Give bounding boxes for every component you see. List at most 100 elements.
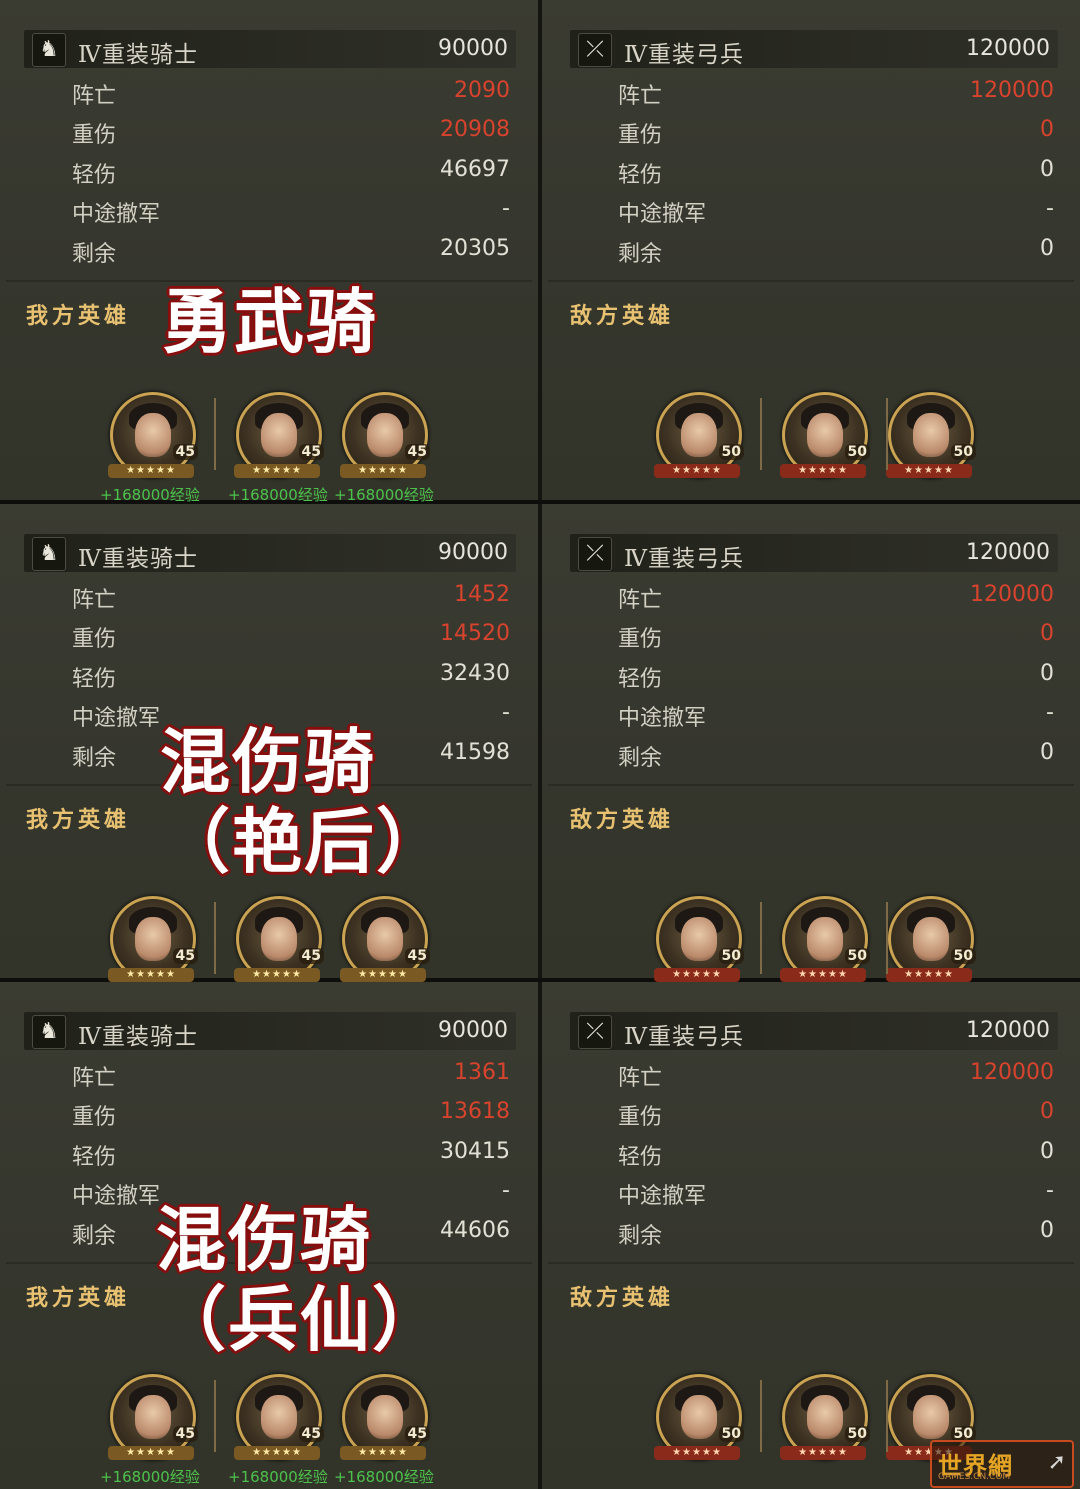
stat-label: 中途撤军	[72, 202, 161, 227]
panel-divider	[538, 982, 542, 1489]
enemy-hero-avatar[interactable]: 50 ★★★★★	[886, 896, 976, 982]
unit-header: ♞ Ⅳ重装骑士 90000	[24, 1012, 516, 1050]
stat-row: 剩余 0	[618, 740, 1054, 774]
stat-value: -	[502, 196, 510, 221]
stat-row: 轻伤 0	[618, 1139, 1054, 1173]
stat-value: 41598	[440, 740, 510, 765]
ally-hero-avatar[interactable]: 45 ★★★★★	[340, 1374, 430, 1460]
star-rating: ★★★★★	[340, 464, 426, 478]
enemy-panel: ⤫ Ⅳ重装弓兵 120000 阵亡 120000 重伤 0 轻伤 0 中途撤军 - 剩余 0 敌方英雄 50…	[542, 504, 1080, 982]
star-rating: ★★★★★	[108, 968, 194, 982]
ally-hero-avatar[interactable]: 45 ★★★★★	[234, 896, 324, 982]
caption-overlay: 勇武骑	[162, 282, 378, 362]
panel-divider	[538, 504, 542, 978]
stat-value: 44606	[440, 1218, 510, 1243]
hero-face	[135, 413, 171, 457]
stat-row: 轻伤 46697	[72, 157, 510, 191]
stat-label: 重伤	[618, 1105, 663, 1130]
caption-line: （兵仙）	[156, 1279, 444, 1361]
stat-value: 32430	[440, 661, 510, 686]
ally-hero-avatar[interactable]: 45 ★★★★★	[234, 392, 324, 478]
star-rating: ★★★★★	[780, 1446, 866, 1460]
hero-divider	[760, 398, 762, 470]
hero-face	[135, 1395, 171, 1439]
enemy-hero-avatar[interactable]: 50 ★★★★★	[654, 896, 744, 982]
divider	[548, 1262, 1074, 1264]
ally-hero-avatar[interactable]: 45 ★★★★★	[108, 896, 198, 982]
battle-section: ♞ Ⅳ重装骑士 90000 阵亡 1452 重伤 14520 轻伤 32430 中途撤军 - 剩余 41…	[0, 504, 1080, 982]
unit-name: Ⅳ重装骑士	[78, 42, 198, 68]
stat-row: 重伤 0	[618, 621, 1054, 655]
stat-value: -	[502, 700, 510, 725]
enemy-hero-avatar[interactable]: 50 ★★★★★	[780, 896, 870, 982]
hero-level: 45	[404, 1426, 430, 1442]
stat-row: 剩余 0	[618, 236, 1054, 270]
enemy-hero-avatar[interactable]: 50 ★★★★★	[780, 392, 870, 478]
hero-face	[367, 1395, 403, 1439]
caption-line: 混伤骑	[156, 1199, 372, 1281]
ally-hero-avatar[interactable]: 45 ★★★★★	[234, 1374, 324, 1460]
stat-row: 轻伤 30415	[72, 1139, 510, 1173]
hero-face	[261, 1395, 297, 1439]
unit-name: Ⅳ重装弓兵	[624, 42, 744, 68]
cursor-icon: ➚	[1047, 1450, 1066, 1475]
unit-total: 120000	[966, 36, 1050, 61]
stat-row: 阵亡 1452	[72, 582, 510, 616]
stat-label: 中途撤军	[72, 1184, 161, 1209]
stat-label: 轻伤	[72, 1145, 117, 1170]
star-rating: ★★★★★	[654, 464, 740, 478]
stat-label: 中途撤军	[618, 706, 707, 731]
caption-line: 混伤骑	[160, 721, 376, 803]
hero-level: 45	[172, 1426, 198, 1442]
exp-gain-label: +168000经验	[100, 486, 200, 504]
stat-label: 重伤	[618, 123, 663, 148]
exp-gain-label: +168000经验	[228, 1468, 328, 1486]
unit-total: 90000	[438, 540, 508, 565]
hero-level: 50	[844, 444, 870, 460]
star-rating: ★★★★★	[234, 968, 320, 982]
stat-row: 阵亡 120000	[618, 1060, 1054, 1094]
star-rating: ★★★★★	[234, 464, 320, 478]
unit-name: Ⅳ重装骑士	[78, 1024, 198, 1050]
ally-hero-avatar[interactable]: 45 ★★★★★	[340, 896, 430, 982]
stat-row: 重伤 13618	[72, 1099, 510, 1133]
hero-divider	[214, 1380, 216, 1452]
stat-value: 0	[1040, 1099, 1054, 1124]
enemy-hero-avatar[interactable]: 50 ★★★★★	[654, 392, 744, 478]
stat-label: 中途撤军	[72, 706, 161, 731]
star-rating: ★★★★★	[108, 1446, 194, 1460]
horse-head-icon: ♞	[32, 33, 66, 67]
enemy-hero-avatar[interactable]: 50 ★★★★★	[654, 1374, 744, 1460]
horse-head-icon: ♞	[32, 1015, 66, 1049]
stat-label: 重伤	[618, 627, 663, 652]
stat-value: -	[1046, 1178, 1054, 1203]
stat-value: 0	[1040, 621, 1054, 646]
ally-hero-avatar[interactable]: 45 ★★★★★	[340, 392, 430, 478]
ally-heroes-title: 我方英雄	[26, 304, 131, 329]
crossbow-icon: ⤫	[578, 33, 612, 67]
enemy-hero-avatar[interactable]: 50 ★★★★★	[780, 1374, 870, 1460]
hero-face	[681, 917, 717, 961]
ally-hero-avatar[interactable]: 45 ★★★★★	[108, 1374, 198, 1460]
enemy-hero-avatar[interactable]: 50 ★★★★★	[886, 392, 976, 478]
enemy-panel: ⤫ Ⅳ重装弓兵 120000 阵亡 120000 重伤 0 轻伤 0 中途撤军 - 剩余 0 敌方英雄 50…	[542, 982, 1080, 1489]
caption-line: 勇武骑	[162, 281, 378, 363]
hero-level: 45	[172, 948, 198, 964]
stat-label: 剩余	[618, 746, 663, 771]
stat-row: 中途撤军 -	[618, 700, 1054, 734]
enemy-panel: ⤫ Ⅳ重装弓兵 120000 阵亡 120000 重伤 0 轻伤 0 中途撤军 - 剩余 0 敌方英雄 50…	[542, 0, 1080, 500]
stat-value: 0	[1040, 157, 1054, 182]
stat-value: 120000	[970, 1060, 1054, 1085]
exp-gain-label: +168000经验	[334, 1468, 434, 1486]
stat-value: 120000	[970, 78, 1054, 103]
ally-hero-avatar[interactable]: 45 ★★★★★	[108, 392, 198, 478]
star-rating: ★★★★★	[234, 1446, 320, 1460]
hero-level: 50	[950, 444, 976, 460]
stat-label: 剩余	[618, 1224, 663, 1249]
stat-value: -	[1046, 196, 1054, 221]
hero-face	[135, 917, 171, 961]
ally-heroes-title: 我方英雄	[26, 808, 131, 833]
hero-level: 50	[844, 948, 870, 964]
hero-face	[681, 1395, 717, 1439]
horse-head-icon: ♞	[32, 537, 66, 571]
